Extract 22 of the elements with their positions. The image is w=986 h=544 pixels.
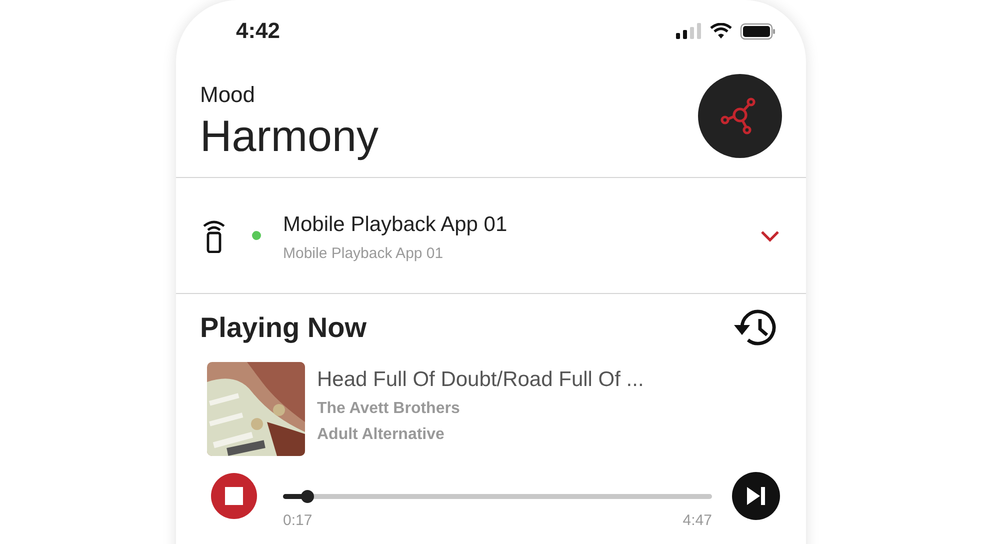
stop-icon (225, 487, 243, 505)
track-title: Head Full Of Doubt/Road Full Of ... (317, 368, 644, 392)
progress-thumb[interactable] (300, 490, 314, 502)
stop-button[interactable] (211, 473, 257, 519)
device-subtitle: Mobile Playback App 01 (283, 245, 444, 262)
battery-icon (740, 22, 776, 40)
header-label: Mood (200, 82, 256, 108)
section-heading: Playing Now (200, 312, 366, 344)
remote-phone-icon (202, 218, 226, 252)
skip-next-icon (745, 486, 767, 506)
artist-name: The Avett Brothers (317, 400, 461, 418)
total-time: 4:47 (682, 512, 712, 528)
page-title: Harmony (200, 112, 378, 162)
chevron-down-icon (760, 230, 780, 242)
signal-icon (676, 23, 702, 39)
device-selector[interactable]: Mobile Playback App 01 Mobile Playback App 01 (176, 178, 806, 294)
device-name: Mobile Playback App 01 (283, 213, 508, 237)
clock-time: 4:42 (236, 18, 280, 44)
skip-next-button[interactable] (732, 472, 780, 520)
elapsed-time: 0:17 (283, 512, 312, 528)
wifi-icon (710, 23, 732, 39)
genre-label: Adult Alternative (317, 426, 446, 444)
